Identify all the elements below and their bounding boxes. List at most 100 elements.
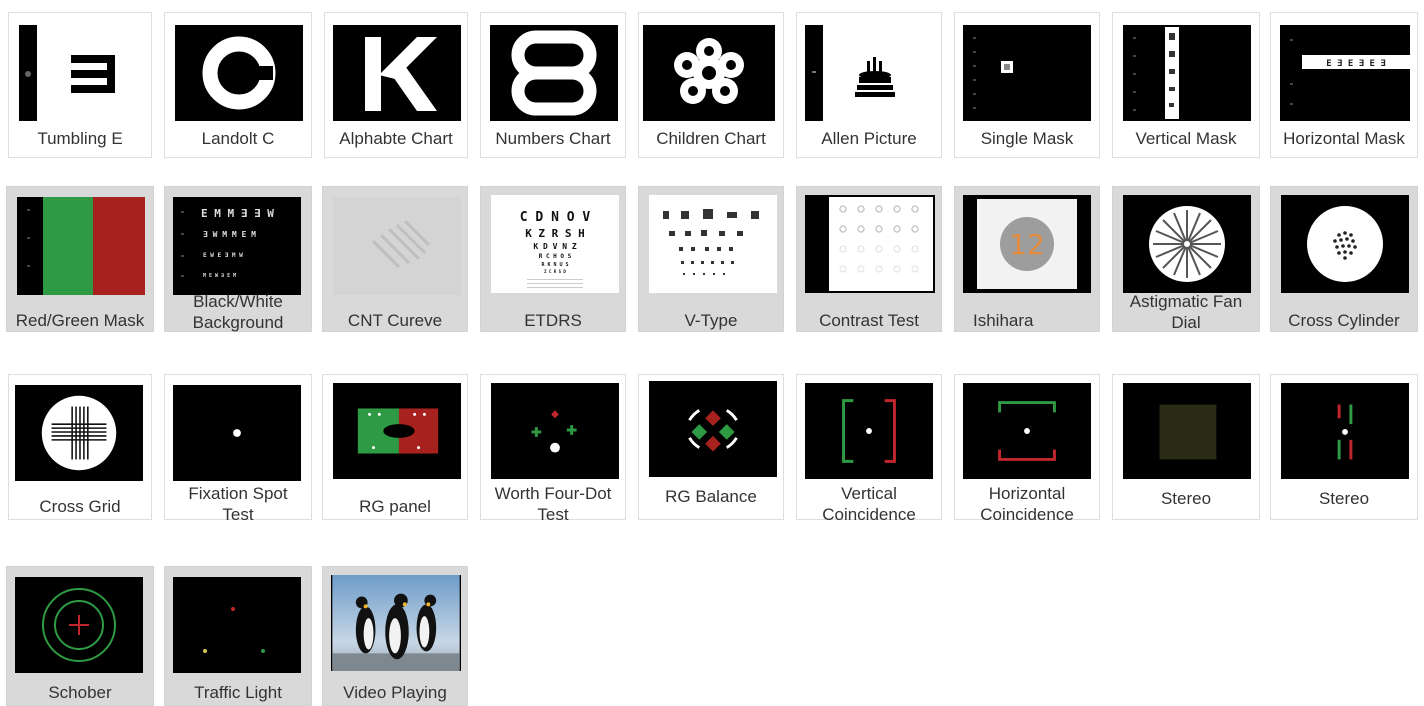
fixation-spot-thumbnail (173, 385, 301, 481)
cross-cylinder-thumbnail (1281, 195, 1409, 293)
number-8-icon (490, 25, 618, 121)
tile-label: Black/White Background (192, 292, 284, 332)
tile-label: Traffic Light (194, 683, 282, 702)
chart-tile-etdrs[interactable]: C D N O V K Z R S H K D V N Z R C H O S … (480, 186, 626, 332)
tile-label: Stereo (1160, 489, 1212, 508)
chart-tile-traffic-light[interactable]: Traffic Light (164, 566, 312, 706)
tile-label: Children Chart (656, 129, 766, 148)
chart-tile-single-mask[interactable]: Single Mask (954, 12, 1100, 158)
chart-tile-fixation-spot[interactable]: Fixation Spot Test (164, 374, 312, 524)
svg-text:∃ W M M E M: ∃ W M M E M (203, 230, 256, 239)
horizontal-coincidence-icon (964, 383, 1090, 479)
stereo-lines-thumbnail (1281, 383, 1409, 479)
dot-cluster-icon (1281, 195, 1409, 293)
chart-tile-contrast-test[interactable]: Contrast Test (796, 186, 942, 332)
chart-tile-vertical-coincidence[interactable]: Vertical Coincidence (796, 374, 942, 524)
cnt-curve-thumbnail (333, 197, 461, 295)
tile-label: Fixation Spot Test (188, 484, 288, 524)
chart-tile-cross-grid[interactable]: Cross Grid (8, 374, 152, 520)
chart-tile-rg-balance[interactable]: RG Balance (638, 374, 784, 520)
vertical-mask-icon (1123, 25, 1251, 121)
children-chart-thumbnail (643, 25, 775, 121)
chart-tile-tumbling-e[interactable]: Tumbling E (8, 12, 152, 158)
tile-label: Cross Cylinder (1288, 311, 1400, 330)
svg-text:E W E ∃ M W: E W E ∃ M W (203, 252, 243, 259)
chart-tile-video-playing[interactable]: Video Playing (322, 566, 468, 706)
rg-panel-icon (334, 383, 460, 479)
tile-label: ETDRS (524, 311, 582, 330)
tile-label: Single Mask (980, 129, 1074, 148)
red-green-mask-icon (17, 197, 145, 295)
svg-text:M E W ∃ E M: M E W ∃ E M (203, 273, 236, 279)
tile-label: Horizontal Coincidence (980, 484, 1074, 524)
birthday-cake-icon (805, 25, 933, 121)
tumbling-e-chart-thumbnail (17, 25, 145, 121)
tile-label: Astigmatic Fan Dial (1129, 292, 1243, 332)
chart-tile-horizontal-mask[interactable]: E ∃ E ∃ E ∃ Horizontal Mask (1270, 12, 1418, 158)
svg-text:E M M ∃ ∃ W: E M M ∃ ∃ W (201, 207, 274, 220)
vertical-coincidence-icon (806, 383, 932, 479)
chart-tile-stereo-square[interactable]: Stereo (1112, 374, 1260, 520)
picture-optotypes-icon (649, 195, 777, 293)
tile-label: CNT Cureve (347, 311, 443, 330)
traffic-light-icon (173, 577, 301, 673)
fixation-dot-icon (174, 385, 300, 481)
flower-icon (643, 25, 775, 121)
tile-label: Contrast Test (819, 311, 919, 330)
etdrs-line-5: R K N U S (541, 262, 568, 268)
tile-label: Ishihara (973, 311, 1034, 330)
stereo-lines-icon (1282, 383, 1408, 479)
cross-grid-thumbnail (15, 385, 143, 481)
etdrs-line-3: K D V N Z (533, 242, 577, 251)
rg-balance-icon (650, 381, 776, 477)
tile-label: Landolt C (201, 129, 275, 148)
ishihara-number: 12 (1009, 228, 1045, 261)
chart-tile-cnt-curve[interactable]: CNT Cureve (322, 186, 468, 332)
horizontal-coincidence-thumbnail (963, 383, 1091, 479)
chart-tile-schober[interactable]: Schober (6, 566, 154, 706)
chart-tile-black-white-background[interactable]: E M M ∃ ∃ W ∃ W M M E M E W E ∃ M W M E … (164, 186, 312, 332)
rg-panel-thumbnail (333, 383, 461, 479)
chart-tile-rg-panel[interactable]: RG panel (322, 374, 468, 520)
tile-label: Vertical Mask (1135, 129, 1237, 148)
tile-label: Stereo (1318, 489, 1370, 508)
etdrs-line-1: C D N O V (520, 210, 591, 225)
vertical-coincidence-thumbnail (805, 383, 933, 479)
traffic-light-thumbnail (173, 577, 301, 673)
chart-tile-landolt-c[interactable]: Landolt C (164, 12, 312, 158)
chart-tile-red-green-mask[interactable]: Red/Green Mask (6, 186, 154, 332)
contrast-test-thumbnail (805, 195, 935, 293)
cross-grid-icon (16, 385, 142, 481)
worth-four-dot-thumbnail (491, 383, 619, 479)
allen-picture-chart-thumbnail (805, 25, 933, 121)
numbers-chart-thumbnail (490, 25, 618, 121)
chart-tile-children[interactable]: Children Chart (638, 12, 784, 158)
chart-tile-astigmatic-fan-dial[interactable]: Astigmatic Fan Dial (1112, 186, 1260, 332)
chart-tile-vertical-mask[interactable]: Vertical Mask (1112, 12, 1260, 158)
tile-label: Cross Grid (39, 497, 121, 516)
chart-tile-stereo-lines[interactable]: Stereo (1270, 374, 1418, 520)
video-playing-thumbnail (331, 575, 461, 671)
chart-tile-horizontal-coincidence[interactable]: Horizontal Coincidence (954, 374, 1100, 524)
stereo-square-icon (1124, 383, 1250, 479)
horizontal-mask-letters: E ∃ E ∃ E ∃ (1326, 59, 1386, 69)
letter-grid-icon: E M M ∃ ∃ W ∃ W M M E M E W E ∃ M W M E … (173, 197, 301, 295)
chart-tile-worth-four-dot[interactable]: Worth Four-Dot Test (480, 374, 626, 524)
contrast-rings-icon (805, 195, 935, 293)
alphabet-chart-thumbnail (333, 25, 461, 121)
chart-tile-alphabet[interactable]: Alphabte Chart (324, 12, 468, 158)
chart-tile-v-type[interactable]: V-Type (638, 186, 784, 332)
tile-label: Alphabte Chart (339, 129, 453, 148)
etdrs-line-2: K Z R S H (525, 227, 585, 240)
chart-tile-cross-cylinder[interactable]: Cross Cylinder (1270, 186, 1418, 332)
tile-label: Tumbling E (37, 129, 123, 148)
tumbling-e-icon (17, 25, 145, 121)
chart-tile-numbers[interactable]: Numbers Chart (480, 12, 626, 158)
chart-tile-ishihara[interactable]: 12 Ishihara (954, 186, 1100, 332)
tile-label: RG panel (359, 497, 431, 516)
tile-label: Vertical Coincidence (822, 484, 916, 524)
tile-label: Worth Four-Dot Test (494, 484, 612, 524)
chart-tile-allen-picture[interactable]: Allen Picture (796, 12, 942, 158)
four-dot-icon (492, 383, 618, 479)
red-green-mask-thumbnail (17, 197, 145, 295)
